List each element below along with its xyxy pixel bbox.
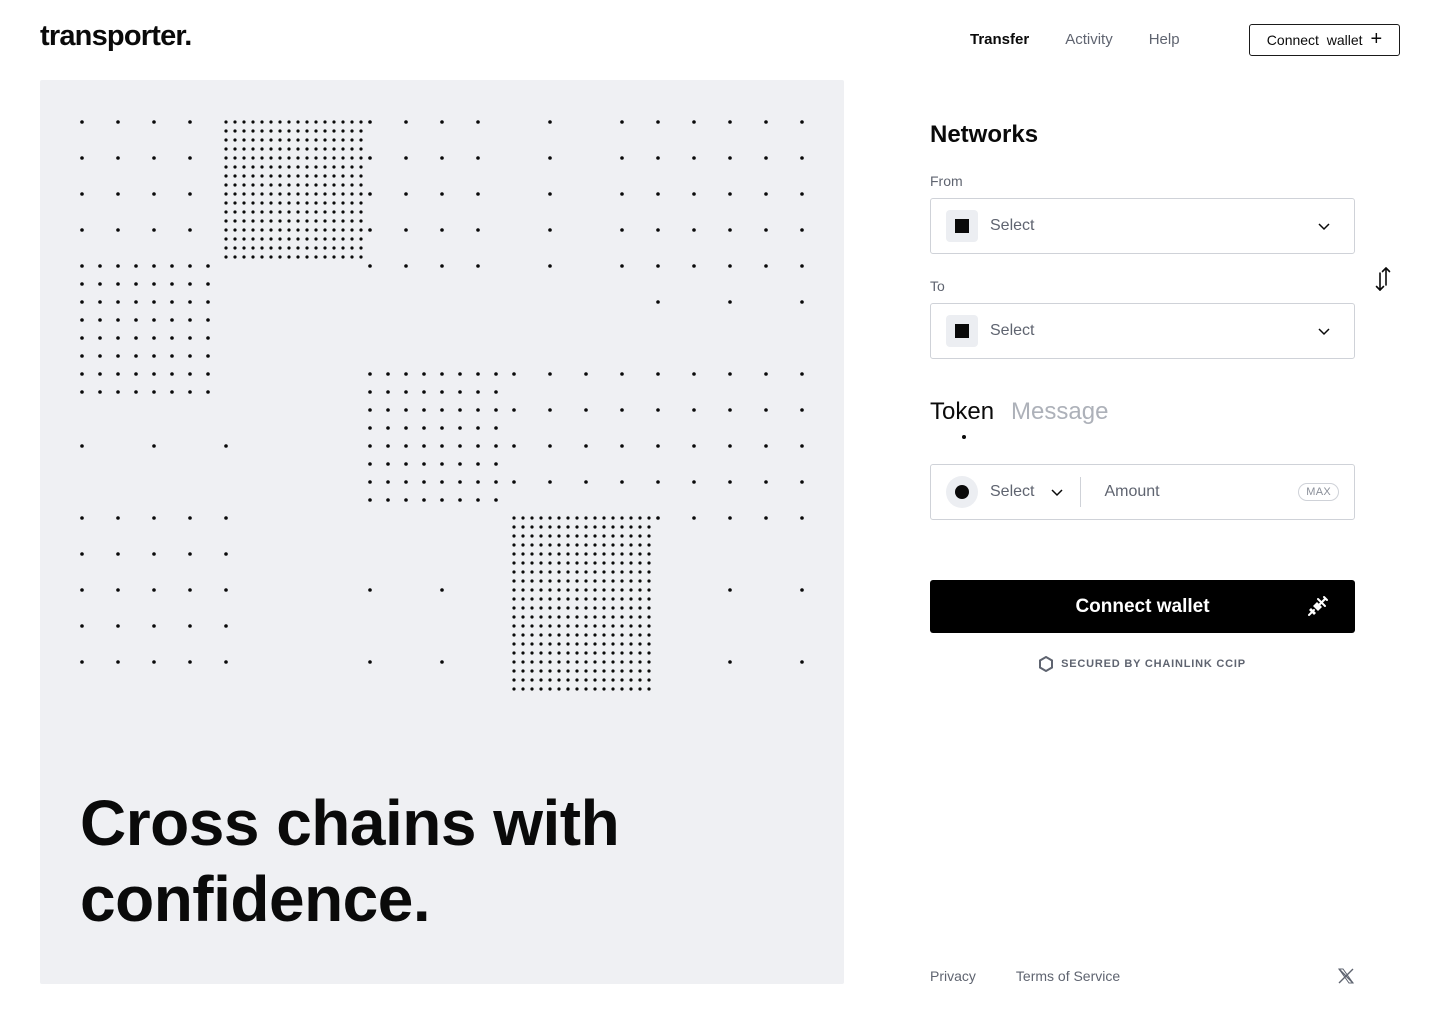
connect-wallet-button[interactable]: Connect wallet bbox=[930, 580, 1355, 633]
network-icon bbox=[946, 210, 978, 242]
terms-link[interactable]: Terms of Service bbox=[1016, 968, 1120, 984]
network-icon bbox=[946, 315, 978, 347]
token-value: Select bbox=[990, 483, 1035, 500]
nav-transfer[interactable]: Transfer bbox=[970, 31, 1029, 48]
token-select[interactable]: Select bbox=[931, 465, 1080, 519]
transfer-type-tabs: Token Message bbox=[930, 398, 1108, 426]
footer: Privacy Terms of Service bbox=[930, 967, 1355, 985]
field-divider bbox=[1080, 477, 1082, 507]
to-label: To bbox=[930, 278, 945, 294]
token-amount-field: Select MAX bbox=[930, 464, 1355, 520]
header-connect-wallet-button[interactable]: Connect wallet + bbox=[1249, 24, 1400, 56]
swap-arrows-icon[interactable] bbox=[1372, 265, 1394, 293]
chevron-down-icon bbox=[1051, 489, 1063, 497]
nav-activity[interactable]: Activity bbox=[1065, 31, 1113, 48]
security-note: SECURED BY CHAINLINK CCIP bbox=[930, 656, 1355, 672]
to-network-value: Select bbox=[990, 322, 1035, 339]
to-network-select[interactable]: Select bbox=[930, 303, 1355, 359]
chainlink-hexagon-icon bbox=[1039, 656, 1054, 672]
active-tab-indicator bbox=[962, 435, 966, 439]
header-connect-label: Connect wallet bbox=[1266, 32, 1363, 48]
nav-help[interactable]: Help bbox=[1149, 31, 1180, 48]
hero-panel: Cross chains with confidence. bbox=[40, 80, 844, 984]
plug-icon bbox=[1308, 596, 1328, 616]
max-button[interactable]: MAX bbox=[1298, 483, 1339, 501]
amount-input[interactable] bbox=[1104, 483, 1265, 501]
chevron-down-icon bbox=[1318, 223, 1330, 231]
plus-icon: + bbox=[1370, 28, 1383, 50]
from-network-select[interactable]: Select bbox=[930, 198, 1355, 254]
chevron-down-icon bbox=[1318, 328, 1330, 336]
tab-token[interactable]: Token bbox=[930, 398, 994, 426]
from-label: From bbox=[930, 173, 963, 189]
main-nav: Transfer Activity Help bbox=[970, 31, 1180, 48]
privacy-link[interactable]: Privacy bbox=[930, 968, 976, 984]
from-network-value: Select bbox=[990, 217, 1035, 234]
x-logo-icon[interactable] bbox=[1337, 967, 1355, 985]
hero-title: Cross chains with confidence. bbox=[80, 787, 620, 935]
logo[interactable]: transporter. bbox=[40, 20, 192, 53]
tab-message[interactable]: Message bbox=[1011, 398, 1108, 426]
connect-wallet-label: Connect wallet bbox=[1075, 595, 1210, 617]
token-icon bbox=[946, 476, 978, 508]
security-note-text: SECURED BY CHAINLINK CCIP bbox=[1061, 658, 1246, 670]
section-title: Networks bbox=[930, 121, 1039, 148]
